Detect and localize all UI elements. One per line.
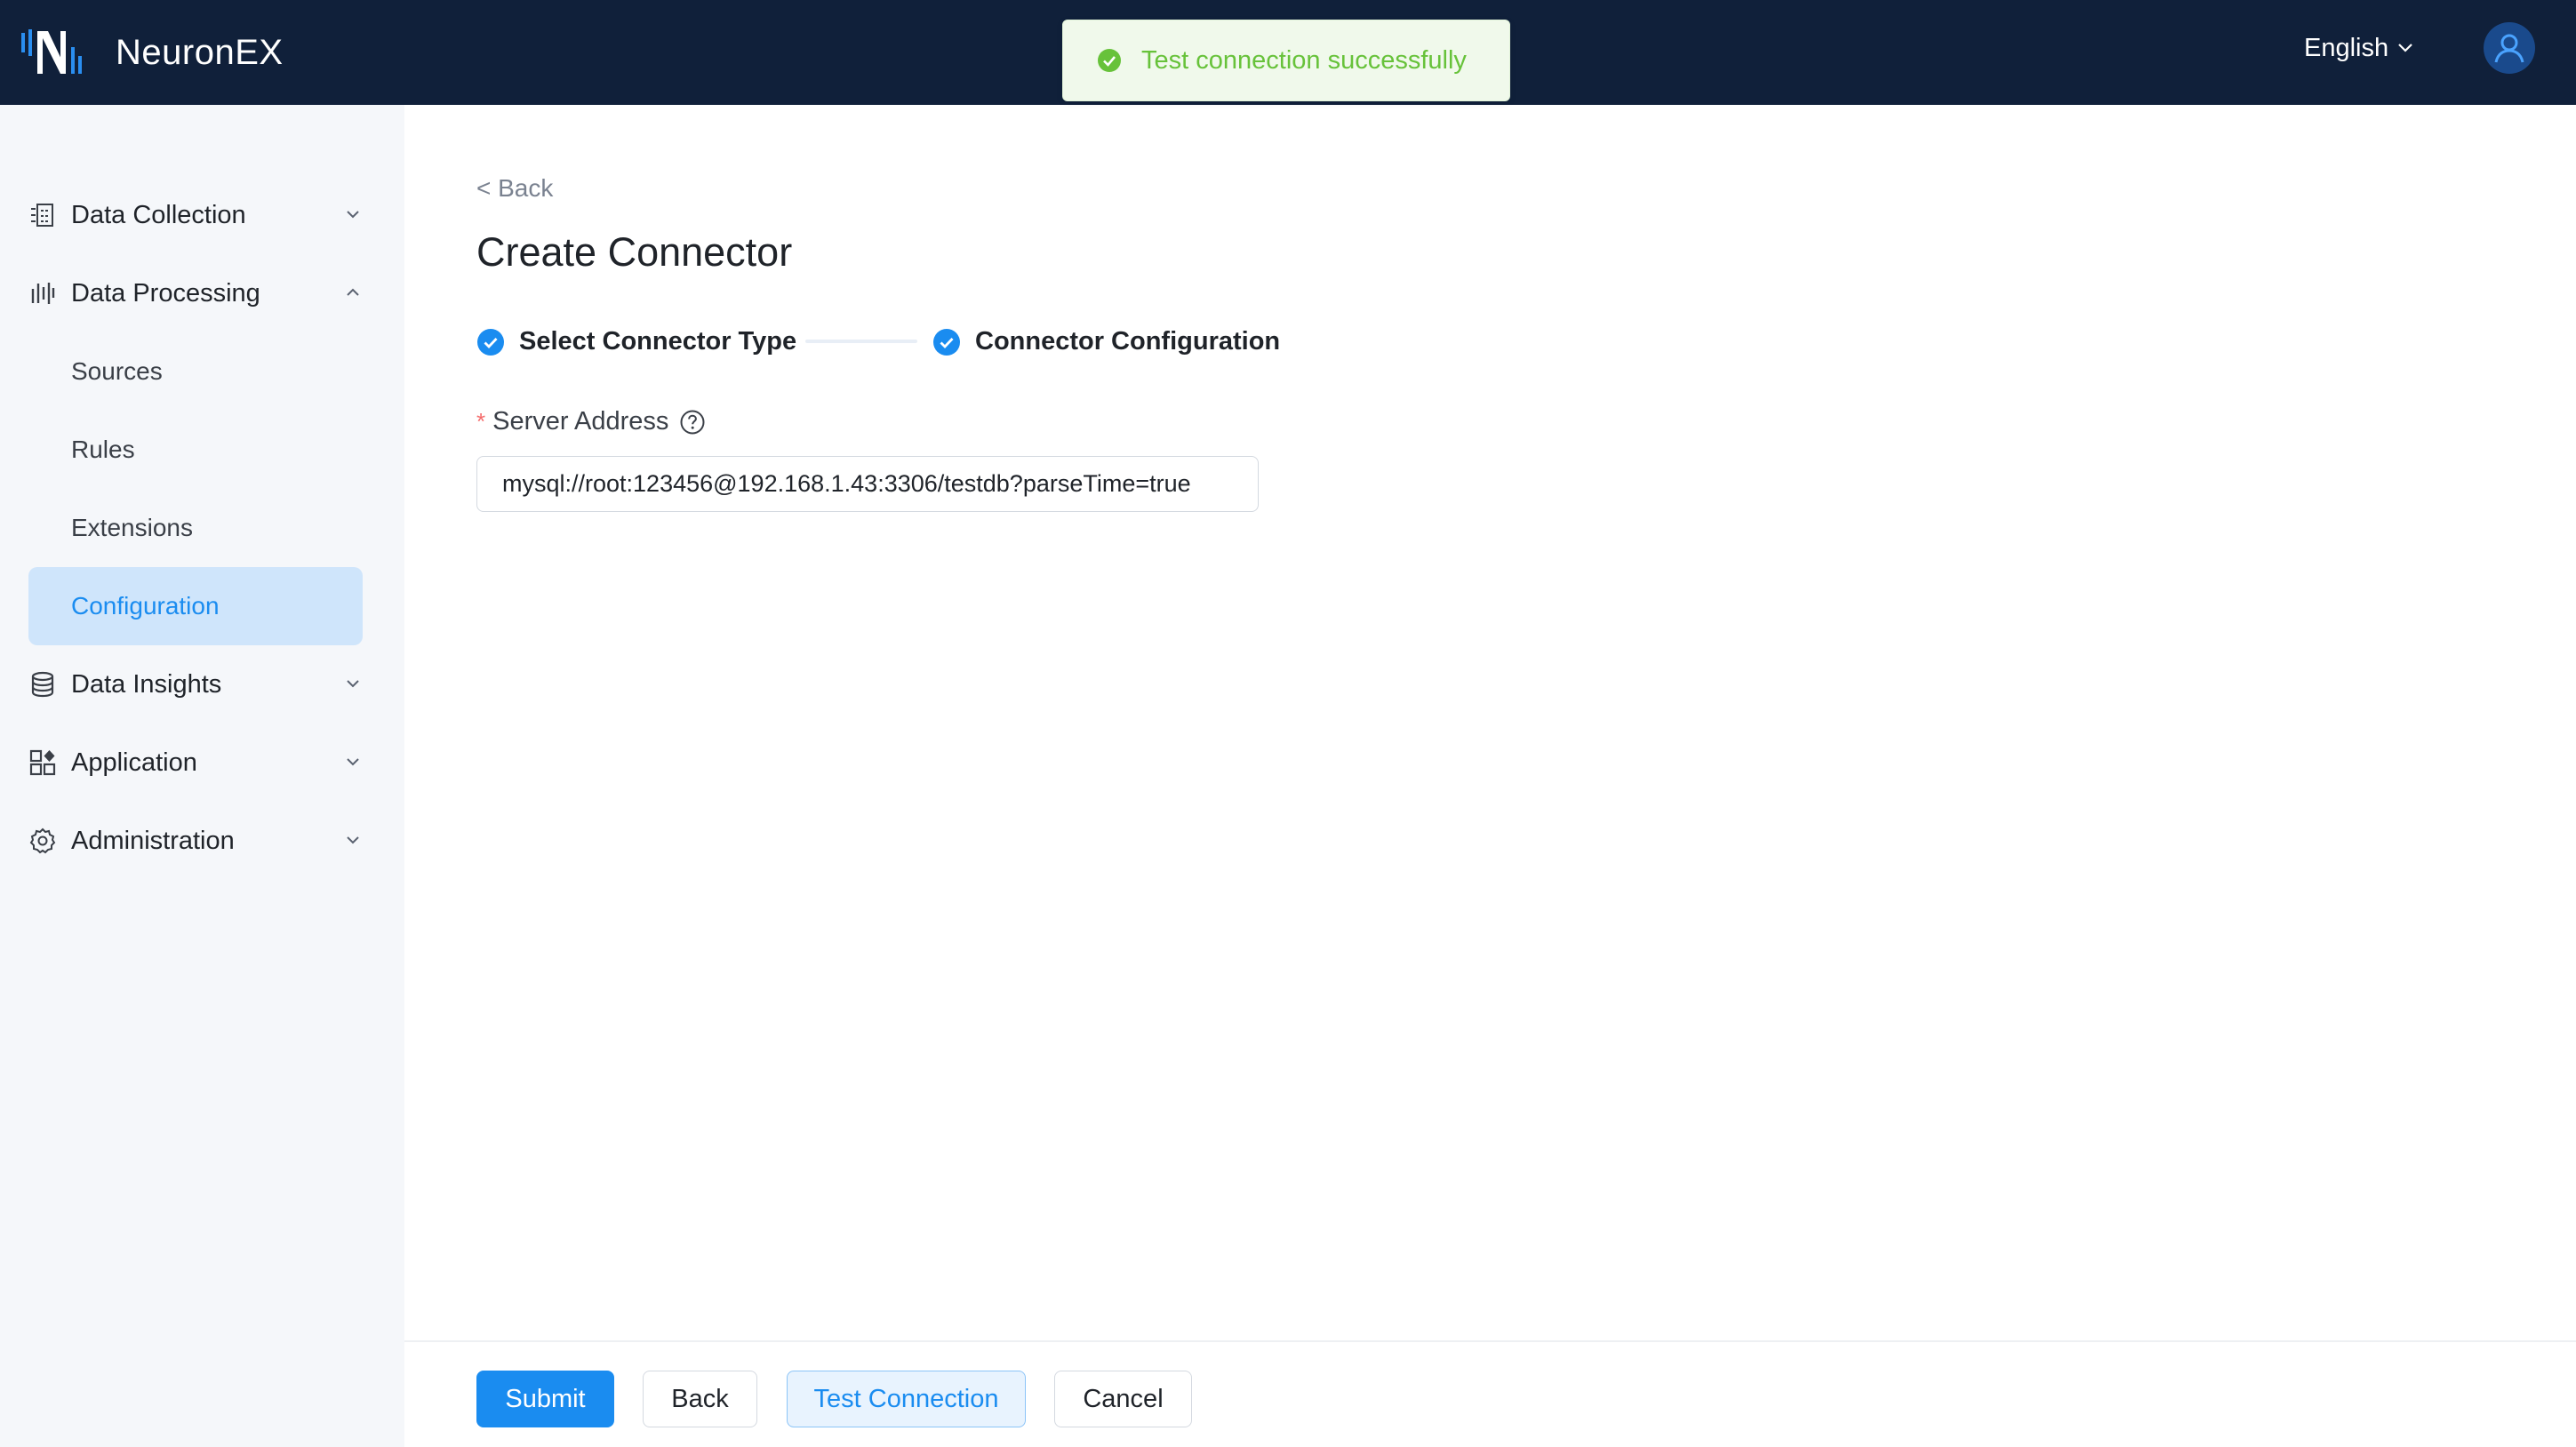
language-label: English [2304,33,2389,62]
sidebar-item-label: Data Collection [71,200,246,229]
required-marker: * [476,408,486,435]
data-processing-icon [28,279,57,308]
sidebar: Data Collection Data Processing Sources … [0,105,404,1447]
step-connector-configuration: Connector Configuration [932,327,1280,356]
server-address-label: * Server Address [476,407,706,436]
neuronex-logo-icon [21,29,82,74]
chevron-up-icon [347,288,359,296]
toast-message: Test connection successfully [1141,45,1467,75]
server-address-input[interactable] [476,456,1259,512]
data-collection-icon [28,201,57,229]
chevron-down-icon [347,211,359,219]
sidebar-item-data-processing[interactable]: Data Processing [28,254,363,332]
app-logo[interactable]: NeuronEX [20,21,284,84]
step-label: Select Connector Type [519,327,797,356]
sidebar-item-label: Data Processing [71,278,260,308]
sidebar-item-data-insights[interactable]: Data Insights [28,645,363,724]
language-selector[interactable]: English [2304,28,2415,68]
back-button[interactable]: Back [643,1371,757,1427]
help-icon[interactable] [679,409,706,436]
sidebar-item-label: Application [71,747,197,777]
gear-icon [28,827,57,855]
sidebar-item-extensions[interactable]: Extensions [28,489,363,567]
apps-grid-icon [28,748,57,777]
chevron-down-icon [347,680,359,688]
app-name: NeuronEX [116,32,284,72]
step-connector-line [805,340,917,343]
success-toast: Test connection successfully [1062,20,1510,101]
sidebar-item-label: Administration [71,826,235,855]
sidebar-item-label: Data Insights [71,669,222,699]
user-icon [2494,34,2524,63]
success-check-icon [1098,49,1121,72]
sidebar-item-configuration[interactable]: Configuration [28,567,363,645]
page-title: Create Connector [476,229,793,275]
test-connection-button[interactable]: Test Connection [787,1371,1026,1427]
step-select-connector-type: Select Connector Type [476,327,796,356]
chevron-down-icon [347,758,359,766]
user-avatar[interactable] [2484,22,2535,74]
sidebar-item-sources[interactable]: Sources [28,332,363,411]
database-icon [28,670,57,699]
submit-button[interactable]: Submit [476,1371,614,1427]
chevron-down-icon [2398,44,2412,52]
step-label: Connector Configuration [975,327,1281,356]
field-label-text: Server Address [492,407,669,436]
step-check-icon [477,328,504,356]
cancel-button[interactable]: Cancel [1054,1371,1192,1427]
sidebar-item-data-collection[interactable]: Data Collection [28,176,363,254]
sidebar-item-administration[interactable]: Administration [28,802,363,880]
step-check-icon [933,328,960,356]
chevron-down-icon [347,836,359,844]
sidebar-item-rules[interactable]: Rules [28,411,363,489]
sidebar-item-application[interactable]: Application [28,724,363,802]
back-link[interactable]: < Back [476,174,553,203]
